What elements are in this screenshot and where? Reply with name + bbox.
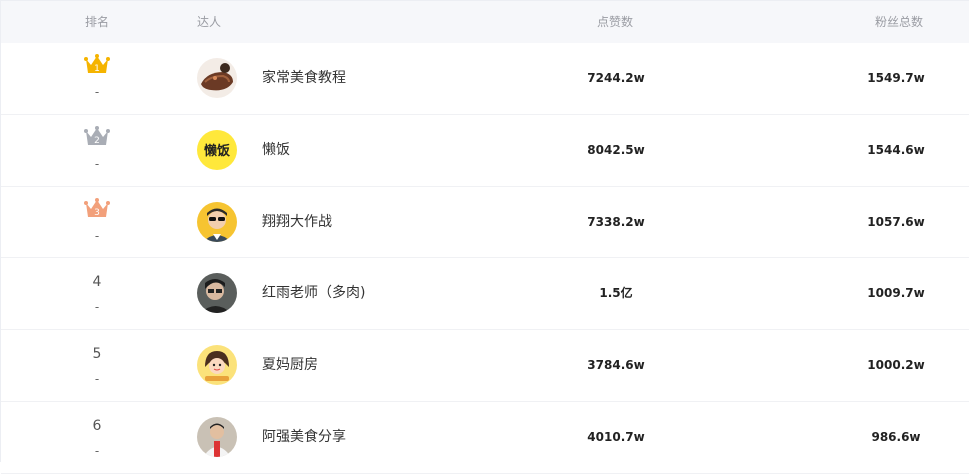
header-fans[interactable]: 粉丝总数 — [875, 1, 923, 43]
rank-number: 2 — [94, 136, 100, 146]
rank-cell: 6 - — [61, 402, 133, 472]
fans-value: 1009.7w — [867, 286, 925, 301]
table-header: 排名 达人 点赞数 粉丝总数 — [1, 0, 969, 43]
rank-cell: 4 - — [61, 258, 133, 328]
creator-name[interactable]: 阿强美食分享 — [262, 402, 346, 472]
creator-name[interactable]: 懒饭 — [262, 115, 290, 185]
avatar[interactable] — [197, 416, 237, 457]
table-row[interactable]: 2 - 懒饭 懒饭 8042.5w 1544.6w — [1, 115, 969, 187]
header-name: 达人 — [197, 15, 222, 29]
rank-number: 5 — [92, 346, 102, 363]
avatar[interactable]: 懒饭 — [197, 129, 237, 170]
rank-cell: 3 - — [61, 187, 133, 257]
creator-name[interactable]: 翔翔大作战 — [262, 187, 332, 257]
rank-change: - — [94, 300, 100, 315]
rank-change: - — [94, 85, 100, 99]
avatar-logo-text: 懒饭 — [204, 143, 230, 159]
gold-crown-icon: 1 — [84, 54, 110, 74]
header-rank[interactable]: 排名 — [85, 1, 109, 43]
silver-crown-icon: 2 — [84, 125, 110, 146]
table-row[interactable]: 5 - 夏妈厨房 3784.6w 1000.2w — [1, 330, 969, 402]
rank-change: - — [94, 372, 100, 387]
likes-value: 7338.2w — [587, 214, 645, 229]
avatar[interactable] — [197, 58, 237, 98]
creator-name[interactable]: 夏妈厨房 — [262, 330, 318, 400]
creator-name[interactable]: 家常美食教程 — [262, 43, 346, 113]
ranking-table: 排名 达人 点赞数 粉丝总数 1 - 家常美食教程 7244.2w 1549.7… — [0, 0, 969, 474]
likes-value: 7244.2w — [587, 71, 645, 85]
likes-value: 4010.7w — [587, 429, 645, 444]
rank-change: - — [94, 156, 100, 171]
rank-cell: 2 - — [61, 115, 133, 185]
rank-change: - — [94, 443, 100, 458]
fans-value: 1057.6w — [867, 214, 925, 229]
table-row[interactable]: 6 - 阿强美食分享 4010.7w 986.6w — [1, 402, 969, 474]
creator-name[interactable]: 红雨老师（多肉) — [262, 258, 365, 328]
bronze-crown-icon: 3 — [84, 197, 110, 218]
rank-cell: 5 - — [61, 330, 133, 400]
avatar[interactable] — [197, 273, 237, 314]
rank-change: - — [94, 228, 100, 243]
likes-value: 8042.5w — [587, 142, 645, 157]
fans-value: 1000.2w — [867, 358, 925, 373]
rank-number: 6 — [92, 417, 102, 434]
table-row[interactable]: 3 - 翔翔大作战 7338.2w 1057.6w — [1, 187, 969, 259]
fans-value: 1544.6w — [867, 142, 925, 157]
table-row[interactable]: 4 - 红雨老师（多肉) 1.5亿 1009.7w — [1, 258, 969, 331]
header-likes[interactable]: 点赞数 — [597, 1, 633, 43]
fans-value: 986.6w — [871, 429, 921, 444]
avatar[interactable] — [197, 345, 237, 386]
rank-number: 1 — [94, 64, 100, 74]
likes-value: 3784.6w — [587, 358, 645, 373]
rank-cell: 1 - — [61, 43, 133, 113]
avatar[interactable] — [197, 201, 237, 242]
rank-number: 4 — [92, 274, 102, 291]
likes-value: 1.5亿 — [599, 286, 633, 301]
table-row[interactable]: 1 - 家常美食教程 7244.2w 1549.7w — [1, 43, 969, 115]
rank-number: 3 — [94, 208, 100, 218]
fans-value: 1549.7w — [867, 71, 925, 85]
